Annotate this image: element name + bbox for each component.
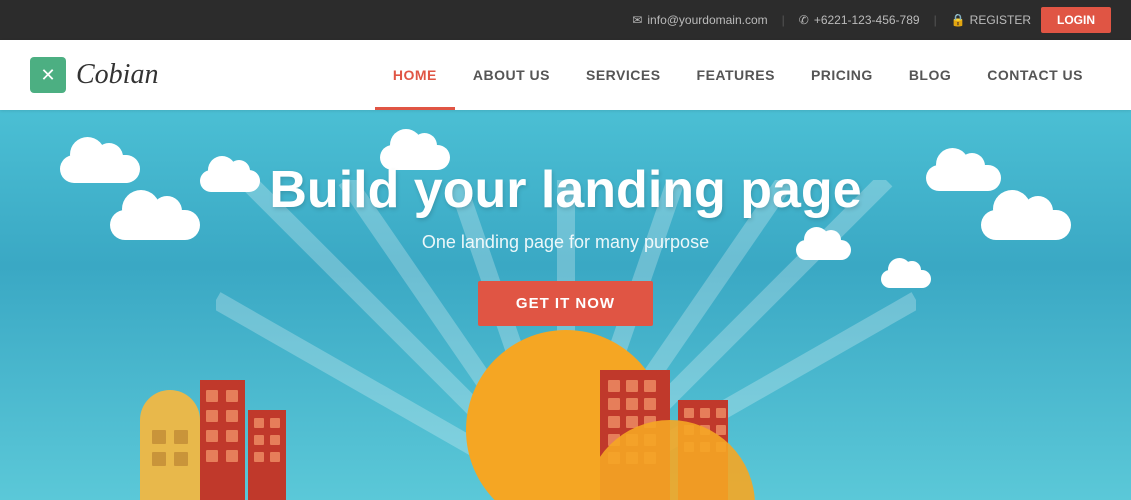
nav-link-blog[interactable]: BLOG bbox=[891, 40, 969, 110]
email-icon: ✉ bbox=[632, 13, 642, 27]
nav-link-contact[interactable]: CONTACT US bbox=[969, 40, 1101, 110]
cta-button[interactable]: GET IT NOW bbox=[478, 281, 653, 326]
nav-link-about[interactable]: ABOUT US bbox=[455, 40, 568, 110]
phone-number: +6221-123-456-789 bbox=[814, 13, 920, 27]
separator-1: | bbox=[782, 13, 785, 27]
cloud-3 bbox=[110, 210, 200, 240]
hero-subtitle: One landing page for many purpose bbox=[422, 232, 709, 253]
nav-link-services[interactable]: SERVICES bbox=[568, 40, 679, 110]
nav-link-features[interactable]: FEATURES bbox=[679, 40, 793, 110]
email-item: ✉ info@yourdomain.com bbox=[632, 13, 767, 27]
cloud-6 bbox=[926, 165, 1001, 191]
separator-2: | bbox=[934, 13, 937, 27]
nav-link-home[interactable]: HOME bbox=[375, 40, 455, 110]
login-button[interactable]: LOGIN bbox=[1041, 7, 1111, 33]
cloud-7 bbox=[981, 210, 1071, 240]
hero-title: Build your landing page bbox=[269, 160, 861, 220]
nav-link-pricing[interactable]: PRICING bbox=[793, 40, 891, 110]
top-bar: ✉ info@yourdomain.com | ✆ +6221-123-456-… bbox=[0, 0, 1131, 40]
phone-icon: ✆ bbox=[799, 13, 809, 27]
hero-section: Build your landing page One landing page… bbox=[0, 110, 1131, 500]
logo-area: ✕ Cobian bbox=[30, 57, 158, 93]
logo-icon: ✕ bbox=[30, 57, 66, 93]
logo-text: Cobian bbox=[76, 59, 158, 91]
lock-icon: 🔒 bbox=[951, 13, 966, 27]
nav-links: HOME ABOUT US SERVICES FEATURES PRICING … bbox=[375, 40, 1101, 110]
phone-item: ✆ +6221-123-456-789 bbox=[799, 13, 920, 27]
register-label: REGISTER bbox=[970, 13, 1031, 27]
email-address: info@yourdomain.com bbox=[647, 13, 767, 27]
buildings bbox=[0, 360, 1131, 500]
register-link[interactable]: 🔒 REGISTER bbox=[951, 13, 1031, 27]
cloud-1 bbox=[60, 155, 140, 183]
main-nav: ✕ Cobian HOME ABOUT US SERVICES FEATURES… bbox=[0, 40, 1131, 110]
